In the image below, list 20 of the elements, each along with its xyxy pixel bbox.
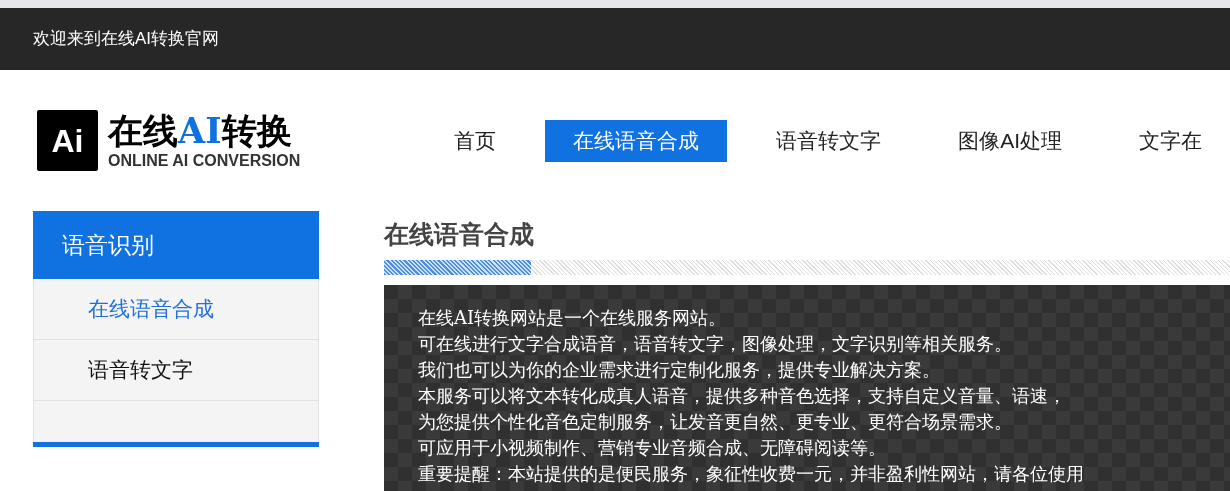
description-line: 可应用于小视频制作、营销专业音频合成、无障碍阅读等。 [418, 436, 886, 460]
sidebar-item[interactable]: 在线语音合成 [34, 279, 318, 340]
logo-subtitle: ONLINE AI CONVERSION [108, 150, 301, 171]
nav-link[interactable]: 语音转文字 [748, 119, 910, 162]
nav-link[interactable]: 文字在 [1111, 119, 1230, 162]
description-line: 在线AI转换网站是一个在线服务网站。 [418, 306, 727, 330]
logo-mark: Ai [37, 110, 98, 171]
description-line: 我们也可以为你的企业需求进行定制化服务，提供专业解决方案。 [418, 358, 940, 382]
nav-link[interactable]: 首页 [426, 119, 525, 162]
description-line: 重要提醒：本站提供的是便民服务，象征性收费一元，并非盈利性网站，请各位使用 [418, 462, 1084, 486]
description-line: 可在线进行文字合成语音，语音转文字，图像处理，文字识别等相关服务。 [418, 332, 1012, 356]
description-line: 本服务可以将文本转化成真人语音，提供多种音色选择，支持自定义音量、语速， [418, 384, 1066, 408]
sidebar-header: 语音识别 [33, 211, 319, 279]
nav-link[interactable]: 图像AI处理 [930, 119, 1090, 162]
nav-link[interactable]: 在线语音合成 [545, 119, 728, 162]
description-line: 为您提供个性化音色定制服务，让发音更自然、更专业、更符合场景需求。 [418, 410, 1012, 434]
logo-title: 在线AI转换 [108, 110, 293, 151]
welcome-text: 欢迎来到在线AI转换官网 [33, 28, 220, 51]
sidebar-item[interactable]: 语音转文字 [34, 340, 318, 401]
content-title: 在线语音合成 [384, 219, 535, 250]
